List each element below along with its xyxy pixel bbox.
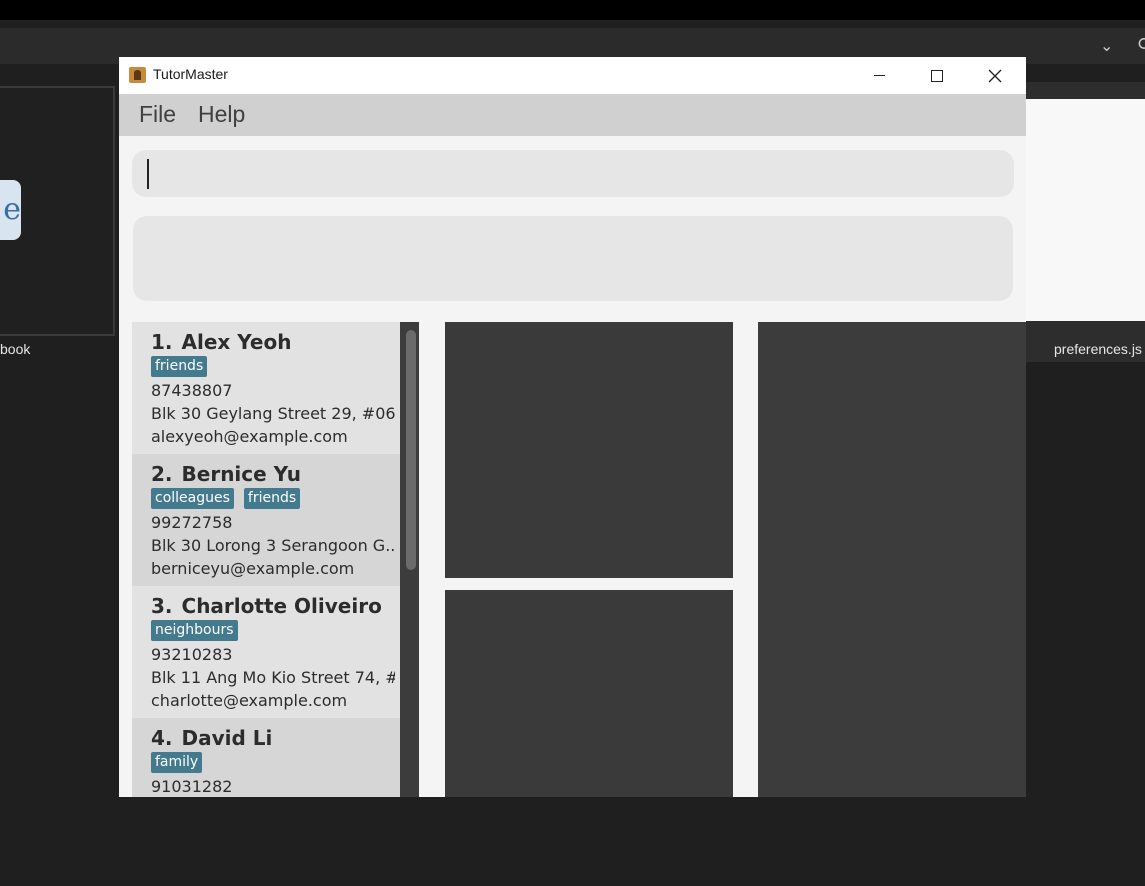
person-phone: 93210283: [151, 645, 233, 664]
tag: friends: [243, 488, 301, 509]
person-name: 1. Alex Yeoh: [151, 330, 292, 354]
person-address: Blk 30 Lorong 3 Serangoon G...: [151, 536, 395, 555]
background-top-bar: [0, 0, 1145, 20]
person-phone: 87438807: [151, 381, 233, 400]
person-card[interactable]: 4. David Li family 91031282: [132, 718, 400, 797]
person-card[interactable]: 1. Alex Yeoh friends 87438807 Blk 30 Geyl…: [132, 322, 400, 454]
app-icon: [129, 67, 146, 83]
menu-file[interactable]: File: [139, 101, 176, 128]
background-file-label-left[interactable]: book: [0, 341, 30, 357]
tag-list: colleagues friends: [151, 488, 301, 509]
tag: family: [151, 752, 203, 773]
panel-divider[interactable]: [419, 322, 445, 797]
background-file-thumbnail-right[interactable]: [1026, 99, 1145, 321]
result-display: [133, 216, 1013, 301]
menu-bar: File Help: [119, 94, 1026, 136]
detail-panel-top: [445, 322, 733, 578]
background-file-label-right[interactable]: preferences.js: [1054, 341, 1142, 357]
person-email: charlotte@example.com: [151, 691, 348, 710]
tag: neighbours: [151, 620, 238, 641]
tag: friends: [151, 356, 208, 377]
window-title: TutorMaster: [153, 66, 228, 82]
person-name: 2. Bernice Yu: [151, 462, 301, 486]
side-panel: [758, 322, 1026, 797]
close-button[interactable]: [972, 57, 1018, 94]
maximize-icon: [931, 69, 943, 82]
close-icon: [988, 69, 1002, 82]
refresh-icon[interactable]: ⟳: [1138, 34, 1145, 55]
tag-list: friends: [151, 356, 208, 377]
person-email: alexyeoh@example.com: [151, 427, 348, 446]
person-address: Blk 11 Ang Mo Kio Street 74, #...: [151, 668, 395, 687]
person-phone: 99272758: [151, 513, 233, 532]
tag-list: family: [151, 752, 203, 773]
file-type-icon: e: [0, 180, 21, 240]
person-name: 4. David Li: [151, 726, 273, 750]
person-phone: 91031282: [151, 777, 233, 796]
command-input[interactable]: [132, 150, 1014, 197]
person-list[interactable]: 1. Alex Yeoh friends 87438807 Blk 30 Geyl…: [132, 322, 419, 797]
title-bar[interactable]: TutorMaster: [119, 57, 1026, 94]
minimize-button[interactable]: [856, 57, 902, 94]
person-card[interactable]: 2. Bernice Yu colleagues friends 99272758…: [132, 454, 400, 586]
menu-help[interactable]: Help: [198, 101, 245, 128]
minimize-icon: [873, 75, 885, 76]
scrollbar-thumb[interactable]: [406, 330, 416, 570]
tag: colleagues: [151, 488, 234, 509]
person-email: berniceyu@example.com: [151, 559, 355, 578]
person-address: Blk 30 Geylang Street 29, #06-...: [151, 404, 395, 423]
person-card[interactable]: 3. Charlotte Oliveiro neighbours 93210283…: [132, 586, 400, 718]
detail-panel-bottom: [445, 590, 733, 797]
maximize-button[interactable]: [914, 57, 960, 94]
app-window: TutorMaster File Help 1. Alex Yeoh friend…: [119, 57, 1026, 797]
text-caret: [147, 159, 149, 189]
person-name: 3. Charlotte Oliveiro: [151, 594, 382, 618]
tag-list: neighbours: [151, 620, 238, 641]
chevron-down-icon[interactable]: ⌄: [1100, 36, 1113, 55]
